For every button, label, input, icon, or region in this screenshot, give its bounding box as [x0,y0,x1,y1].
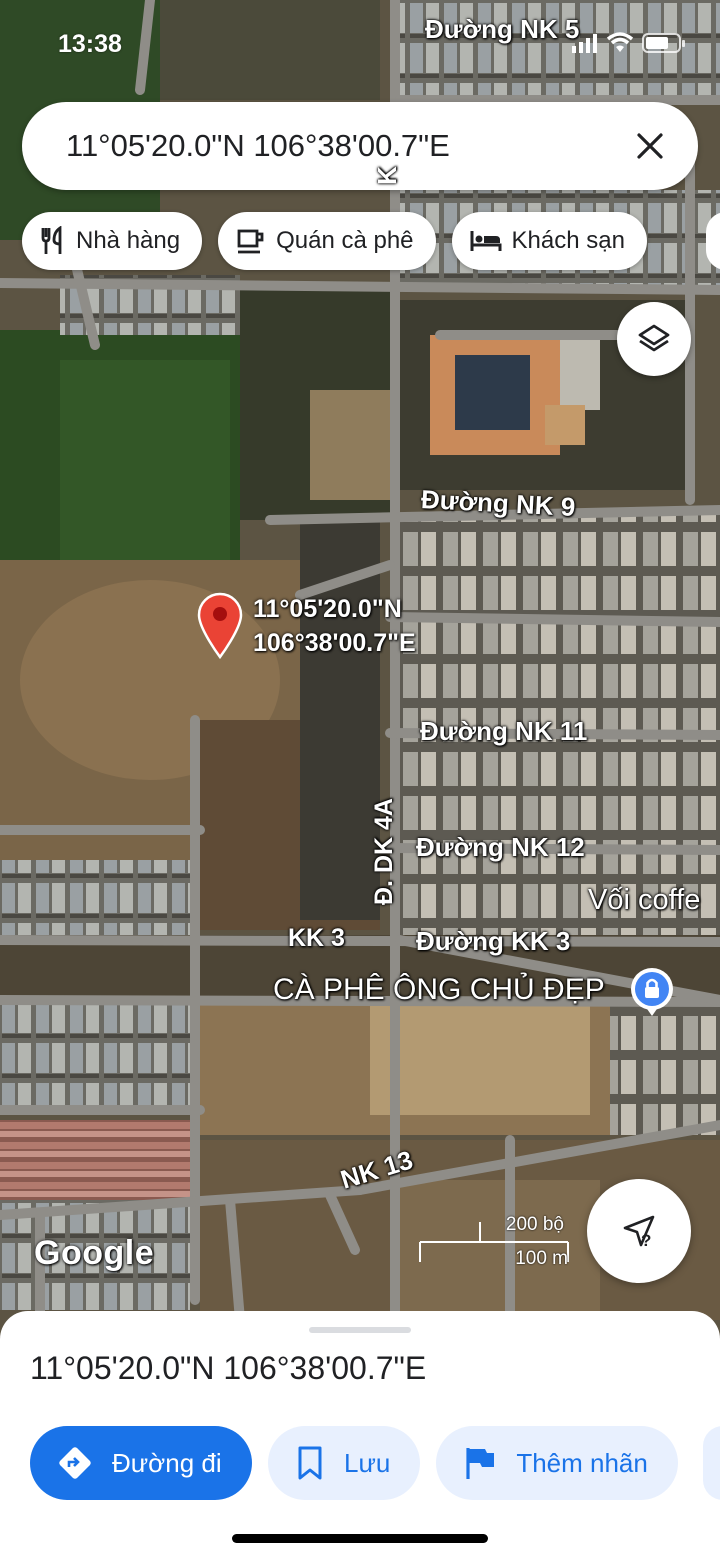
scale-metric: 100 m [515,1248,568,1269]
pin-coordinates-label: 11°05'20.0"N 106°38'00.7"E [253,592,416,660]
road-label-dk4a: Đ. DK 4A [370,798,398,905]
road-label-nk11: Đường NK 11 [420,716,588,746]
location-button[interactable]: ? [587,1179,691,1283]
home-indicator[interactable] [232,1534,488,1543]
search-bar[interactable]: 11°05'20.0"N 106°38'00.7"E [22,102,698,190]
close-icon [637,133,663,159]
wifi-icon [606,32,634,52]
add-label-label: Thêm nhãn [516,1447,648,1478]
status-time: 13:38 [58,30,122,58]
chip-hotels[interactable]: Khách sạn [451,212,647,270]
close-button[interactable] [628,124,672,168]
location-unknown-icon: ? [623,1215,655,1250]
category-chips: Nhà hàng Quán cà phê Khách sạn [22,212,647,270]
directions-label: Đường đi [112,1447,222,1478]
layers-button[interactable] [617,302,691,376]
directions-icon [59,1447,91,1479]
hotel-icon [470,231,502,251]
save-button[interactable]: Lưu [268,1426,421,1500]
sheet-drag-handle[interactable] [309,1327,411,1333]
add-label-button[interactable]: Thêm nhãn [436,1426,678,1500]
status-icons [572,32,686,54]
pin-lng: 106°38'00.7"E [253,629,416,657]
chip-coffee[interactable]: Quán cà phê [218,212,436,270]
poi-label-ca-phe[interactable]: CÀ PHÊ ÔNG CHỦ ĐẸP [273,973,605,1007]
directions-button[interactable]: Đường đi [30,1426,252,1500]
road-label-kk3-short: KK 3 [288,924,345,952]
sheet-title: 11°05'20.0"N 106°38'00.7"E [30,1350,427,1386]
restaurant-icon [41,226,62,254]
road-label-nk12: Đường NK 12 [416,832,585,862]
svg-text:?: ? [641,1231,651,1250]
layers-icon [638,324,670,352]
scale-imperial: 200 bộ [505,1214,564,1235]
action-buttons: Đường đi Lưu Thêm nhãn [30,1426,678,1500]
chip-restaurants-label: Nhà hàng [76,227,181,254]
google-logo: Google [34,1234,155,1272]
poi-lock-marker-icon[interactable] [629,966,675,1018]
chip-restaurants[interactable]: Nhà hàng [22,212,203,270]
chip-coffee-label: Quán cà phê [276,227,414,254]
battery-icon [642,33,685,53]
dropped-pin-icon[interactable] [196,591,244,659]
more-actions-partial[interactable] [703,1426,720,1500]
coffee-icon [237,229,264,254]
chip-partial-left[interactable] [0,212,10,270]
save-label: Lưu [344,1447,391,1478]
search-input[interactable]: 11°05'20.0"N 106°38'00.7"E [66,128,628,164]
road-label-k: K [372,166,402,185]
poi-label-voi-coffee[interactable]: Vối coffe [588,884,700,917]
road-label-nk5: Đường NK 5 [425,14,580,44]
road-label-kk3: Đường KK 3 [416,926,571,956]
flag-icon [466,1448,495,1479]
pin-lat: 11°05'20.0"N [253,595,402,623]
bookmark-icon [298,1446,322,1480]
scale-bar: 200 bộ 100 m [418,1214,578,1274]
chip-hotels-label: Khách sạn [511,227,625,254]
